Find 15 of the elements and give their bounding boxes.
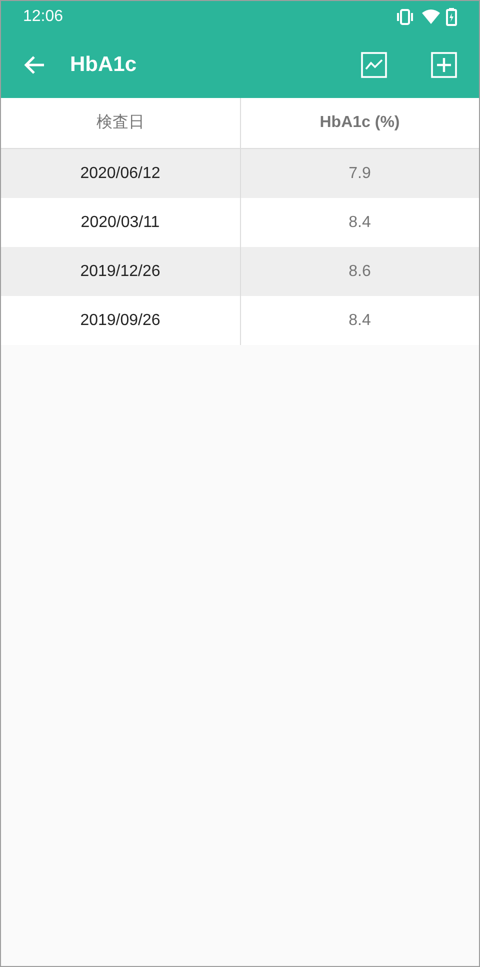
screen-title: HbA1c bbox=[70, 52, 137, 78]
chart-icon[interactable] bbox=[361, 52, 387, 78]
table-cell-text: 8.4 bbox=[348, 310, 372, 330]
table-cell: 2019/09/26 bbox=[1, 296, 240, 345]
column-header: 検査日 bbox=[1, 98, 240, 148]
table-cell-text: 8.4 bbox=[348, 212, 372, 232]
table-cell-text: 8.6 bbox=[348, 262, 372, 282]
vibrate-icon bbox=[396, 8, 414, 24]
table-cell-text: 7.9 bbox=[348, 164, 372, 184]
add-icon[interactable] bbox=[431, 52, 457, 78]
status-time: 12:06 bbox=[23, 6, 64, 26]
battery-icon bbox=[446, 8, 457, 26]
column-header: HbA1c (%) bbox=[318, 113, 401, 133]
wifi-icon bbox=[422, 9, 440, 24]
back-arrow-icon[interactable] bbox=[23, 55, 45, 75]
